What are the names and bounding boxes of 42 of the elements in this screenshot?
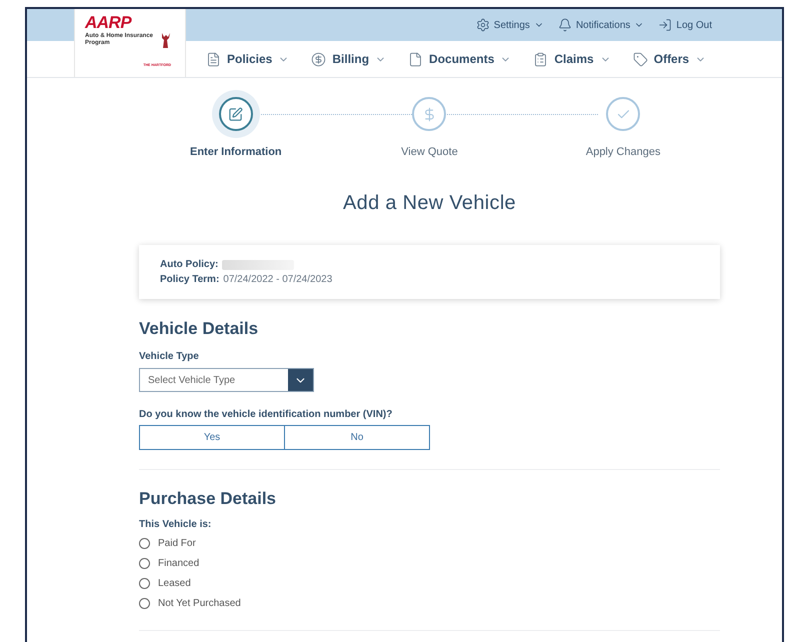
radio-button[interactable] [139,598,150,608]
field-label: Policy Term: [160,274,220,285]
field-label: Vehicle Type [139,351,200,362]
utility-link[interactable]: Notifications [558,18,644,32]
field-value: 07/24/2022 - 07/24/2023 [223,274,332,285]
nav-menu[interactable]: Documents [408,52,512,66]
radio-button[interactable] [139,558,150,568]
logo-brand: AARP [85,15,133,31]
utility-link[interactable]: Settings [476,18,544,32]
radio-option[interactable]: Not Yet Purchased [139,593,720,613]
field-label: Auto Policy: [160,259,218,270]
clipboard-icon [533,52,548,66]
nav-menu[interactable]: Offers [632,52,706,66]
dollar-icon [311,52,326,66]
radio-option[interactable]: Financed [139,553,720,573]
radio-button[interactable] [139,578,150,588]
radio-button[interactable] [139,538,150,548]
utility-link[interactable]: Log Out [658,18,712,32]
step-label: Apply Changes [586,146,660,158]
document-icon [206,52,221,66]
bell-icon [558,18,572,32]
question-label: Do you know the vehicle identification number (VIN)? [139,409,394,420]
nav-menu[interactable]: Policies [206,52,290,66]
nav-menu[interactable]: Claims [533,52,611,66]
page-title: Add a New Vehicle [342,192,517,215]
step-label: View Quote [401,146,458,158]
radio-option[interactable]: Paid For [139,533,720,553]
field-label: This Vehicle is: [139,519,212,530]
document-icon [408,52,424,66]
vehicle-type-select[interactable]: Select Vehicle Type [139,368,314,392]
stag-icon [159,33,173,49]
toggle-button[interactable]: Yes [139,425,285,450]
gear-icon [476,18,490,32]
radio-option[interactable]: Leased [139,573,720,593]
nav-menu[interactable]: Billing [311,52,386,66]
section-heading: Vehicle Details [139,319,260,339]
pencil-square-icon [228,106,244,122]
tag-icon [632,52,648,66]
door-arrow-icon [658,18,672,32]
section-heading: Purchase Details [139,489,278,509]
toggle-button[interactable]: No [284,425,430,450]
step-label: Enter Information [190,146,282,158]
